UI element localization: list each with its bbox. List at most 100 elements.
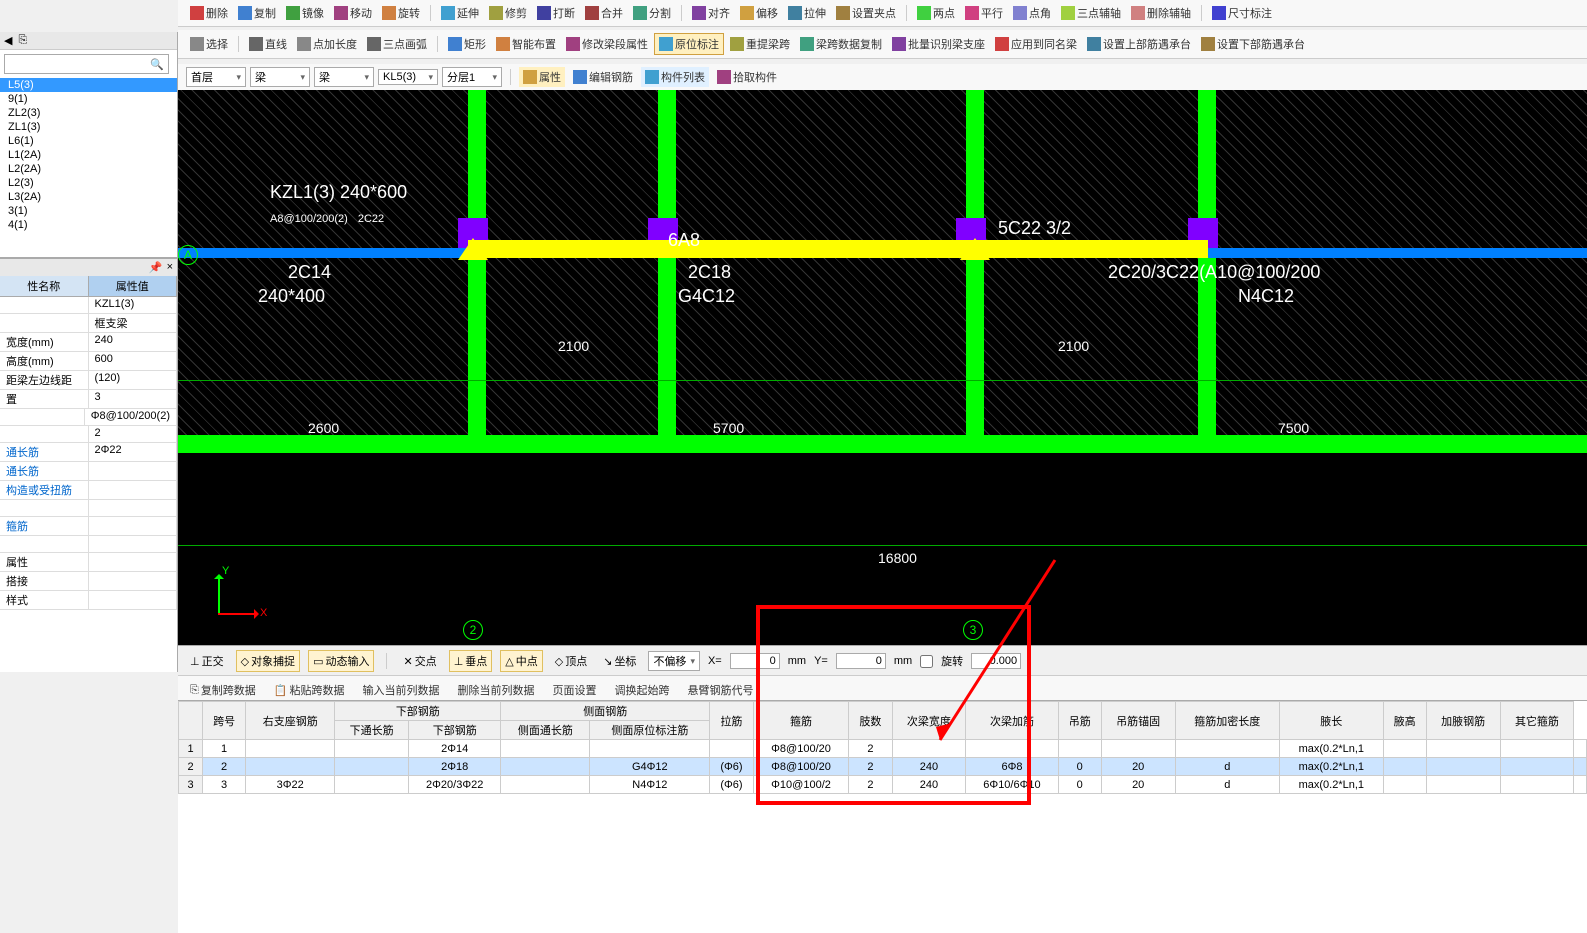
copy-icon[interactable]: ⎘ xyxy=(18,34,27,47)
table-row[interactable]: 222Φ18G4Φ12(Φ6)Φ8@100/2022406Φ8020dmax(0… xyxy=(179,758,1587,776)
bt-swapstart[interactable]: 调换起始跨 xyxy=(611,680,674,700)
tb-delete[interactable]: 删除 xyxy=(186,3,232,23)
tb-dim[interactable]: 尺寸标注 xyxy=(1208,3,1276,23)
tb-ptangle[interactable]: 点角 xyxy=(1009,3,1055,23)
pt-pick[interactable]: 拾取构件 xyxy=(713,67,781,87)
tb2-line[interactable]: 直线 xyxy=(245,34,291,54)
tree-item[interactable]: 3(1) xyxy=(0,204,177,218)
tree-item[interactable]: L2(2A) xyxy=(0,162,177,176)
dd-floor[interactable]: 首层 xyxy=(186,67,246,87)
prop-row[interactable] xyxy=(0,500,177,517)
tb2-ptlen[interactable]: 点加长度 xyxy=(293,34,361,54)
prop-row[interactable]: 通长筋 xyxy=(0,462,177,481)
tb2-settop[interactable]: 设置上部筋遇承台 xyxy=(1083,34,1195,54)
tb2-setbot[interactable]: 设置下部筋遇承台 xyxy=(1197,34,1309,54)
sb-cross[interactable]: ✕交点 xyxy=(399,651,440,671)
component-tree[interactable]: L5(3)9(1)ZL2(3)ZL1(3)L6(1)L1(2A)L2(2A)L2… xyxy=(0,78,177,258)
tb-join[interactable]: 合并 xyxy=(581,3,627,23)
sb-vert[interactable]: ◇顶点 xyxy=(551,651,591,671)
tb-parallel[interactable]: 平行 xyxy=(961,3,1007,23)
tree-search[interactable]: 🔍 xyxy=(4,54,169,74)
dd-component[interactable]: KL5(3) xyxy=(378,69,438,85)
sb-rot-check[interactable] xyxy=(920,655,933,668)
bt-cantcode[interactable]: 悬臂钢筋代号 xyxy=(684,680,758,700)
tb2-batchsup[interactable]: 批量识别梁支座 xyxy=(888,34,989,54)
tb-split[interactable]: 分割 xyxy=(629,3,675,23)
table-row[interactable]: 112Φ14Φ8@100/202max(0.2*Ln,1 xyxy=(179,740,1587,758)
prop-row[interactable]: 属性 xyxy=(0,553,177,572)
tb-3ptaux[interactable]: 三点辅轴 xyxy=(1057,3,1125,23)
dd-layer[interactable]: 分层1 xyxy=(442,67,502,87)
sb-x-input[interactable] xyxy=(730,653,780,669)
bt-inputcol[interactable]: 输入当前列数据 xyxy=(359,680,444,700)
sb-mid[interactable]: △中点 xyxy=(500,650,542,672)
tb2-editseg[interactable]: 修改梁段属性 xyxy=(562,34,652,54)
sb-osnap[interactable]: ◇对象捕捉 xyxy=(236,650,300,672)
tb-extend[interactable]: 延伸 xyxy=(437,3,483,23)
tb-trim[interactable]: 修剪 xyxy=(485,3,531,23)
prop-row[interactable]: 样式 xyxy=(0,591,177,610)
prop-row[interactable]: 构造或受扭筋 xyxy=(0,481,177,500)
dd-category[interactable]: 梁 xyxy=(250,67,310,87)
tb-break[interactable]: 打断 xyxy=(533,3,579,23)
prop-row[interactable]: 框支梁 xyxy=(0,314,177,333)
cad-canvas[interactable]: KZL1(3) 240*600 A8@100/200(2) 2C22 2C14 … xyxy=(178,90,1587,645)
tb2-select[interactable]: 选择 xyxy=(186,34,232,54)
prop-row[interactable]: 高度(mm)600 xyxy=(0,352,177,371)
back-icon[interactable]: ◀ xyxy=(4,34,12,47)
span-data-table[interactable]: 跨号右支座钢筋下部钢筋侧面钢筋拉筋箍筋肢数次梁宽度次梁加筋吊筋吊筋锚固箍筋加密长… xyxy=(178,700,1587,933)
tree-item[interactable]: L5(3) xyxy=(0,78,177,92)
tb-rotate[interactable]: 旋转 xyxy=(378,3,424,23)
tb-move[interactable]: 移动 xyxy=(330,3,376,23)
tb-align[interactable]: 对齐 xyxy=(688,3,734,23)
sb-y-input[interactable] xyxy=(836,653,886,669)
sb-perp[interactable]: ⊥垂点 xyxy=(449,650,493,672)
tree-item[interactable]: 9(1) xyxy=(0,92,177,106)
prop-row[interactable]: Φ8@100/200(2) xyxy=(0,409,177,426)
tb-offset[interactable]: 偏移 xyxy=(736,3,782,23)
dd-subcategory[interactable]: 梁 xyxy=(314,67,374,87)
sb-rot-input[interactable] xyxy=(971,653,1021,669)
tb2-rect[interactable]: 矩形 xyxy=(444,34,490,54)
bt-copyspan[interactable]: ⎘复制跨数据 xyxy=(186,680,260,700)
tree-item[interactable]: ZL1(3) xyxy=(0,120,177,134)
prop-row[interactable]: 箍筋 xyxy=(0,517,177,536)
tb2-smart[interactable]: 智能布置 xyxy=(492,34,560,54)
prop-row[interactable]: 距梁左边线距(120) xyxy=(0,371,177,390)
tb-mirror[interactable]: 镜像 xyxy=(282,3,328,23)
tb-delaux[interactable]: 删除辅轴 xyxy=(1127,3,1195,23)
tree-item[interactable]: 4(1) xyxy=(0,218,177,232)
tb-stretch[interactable]: 拉伸 xyxy=(784,3,830,23)
tree-item[interactable]: L3(2A) xyxy=(0,190,177,204)
sb-offset-mode[interactable]: 不偏移 xyxy=(648,651,700,671)
prop-row[interactable] xyxy=(0,536,177,553)
pt-props[interactable]: 属性 xyxy=(519,67,565,87)
tree-item[interactable]: L2(3) xyxy=(0,176,177,190)
tree-item[interactable]: ZL2(3) xyxy=(0,106,177,120)
prop-close-icon[interactable]: × xyxy=(167,261,173,274)
tree-item[interactable]: L1(2A) xyxy=(0,148,177,162)
table-row[interactable]: 333Φ222Φ20/3Φ22N4Φ12(Φ6)Φ10@100/222406Φ1… xyxy=(179,776,1587,794)
pt-editrebar[interactable]: 编辑钢筋 xyxy=(569,67,637,87)
bt-pageset[interactable]: 页面设置 xyxy=(549,680,601,700)
tb-2pt[interactable]: 两点 xyxy=(913,3,959,23)
sb-dyn[interactable]: ▭动态输入 xyxy=(308,650,374,672)
bt-delcol[interactable]: 删除当前列数据 xyxy=(454,680,539,700)
sb-coord[interactable]: ↘坐标 xyxy=(599,651,640,671)
tb-copy[interactable]: 复制 xyxy=(234,3,280,23)
prop-row[interactable]: 2 xyxy=(0,426,177,443)
tb2-arc3[interactable]: 三点画弧 xyxy=(363,34,431,54)
tb2-applyname[interactable]: 应用到同名梁 xyxy=(991,34,1081,54)
prop-pin-icon[interactable]: 📌 xyxy=(149,261,163,274)
prop-row[interactable]: KZL1(3) xyxy=(0,297,177,314)
prop-row[interactable]: 宽度(mm)240 xyxy=(0,333,177,352)
tb2-respan[interactable]: 重提梁跨 xyxy=(726,34,794,54)
tb2-inplace[interactable]: 原位标注 xyxy=(654,33,724,55)
sb-ortho[interactable]: ⊥正交 xyxy=(186,651,228,671)
pt-complist[interactable]: 构件列表 xyxy=(641,67,709,87)
prop-row[interactable]: 搭接 xyxy=(0,572,177,591)
prop-row[interactable]: 通长筋2Φ22 xyxy=(0,443,177,462)
prop-row[interactable]: 置3 xyxy=(0,390,177,409)
tb2-copyspan[interactable]: 梁跨数据复制 xyxy=(796,34,886,54)
bt-pastespan[interactable]: 📋粘贴跨数据 xyxy=(270,680,349,700)
